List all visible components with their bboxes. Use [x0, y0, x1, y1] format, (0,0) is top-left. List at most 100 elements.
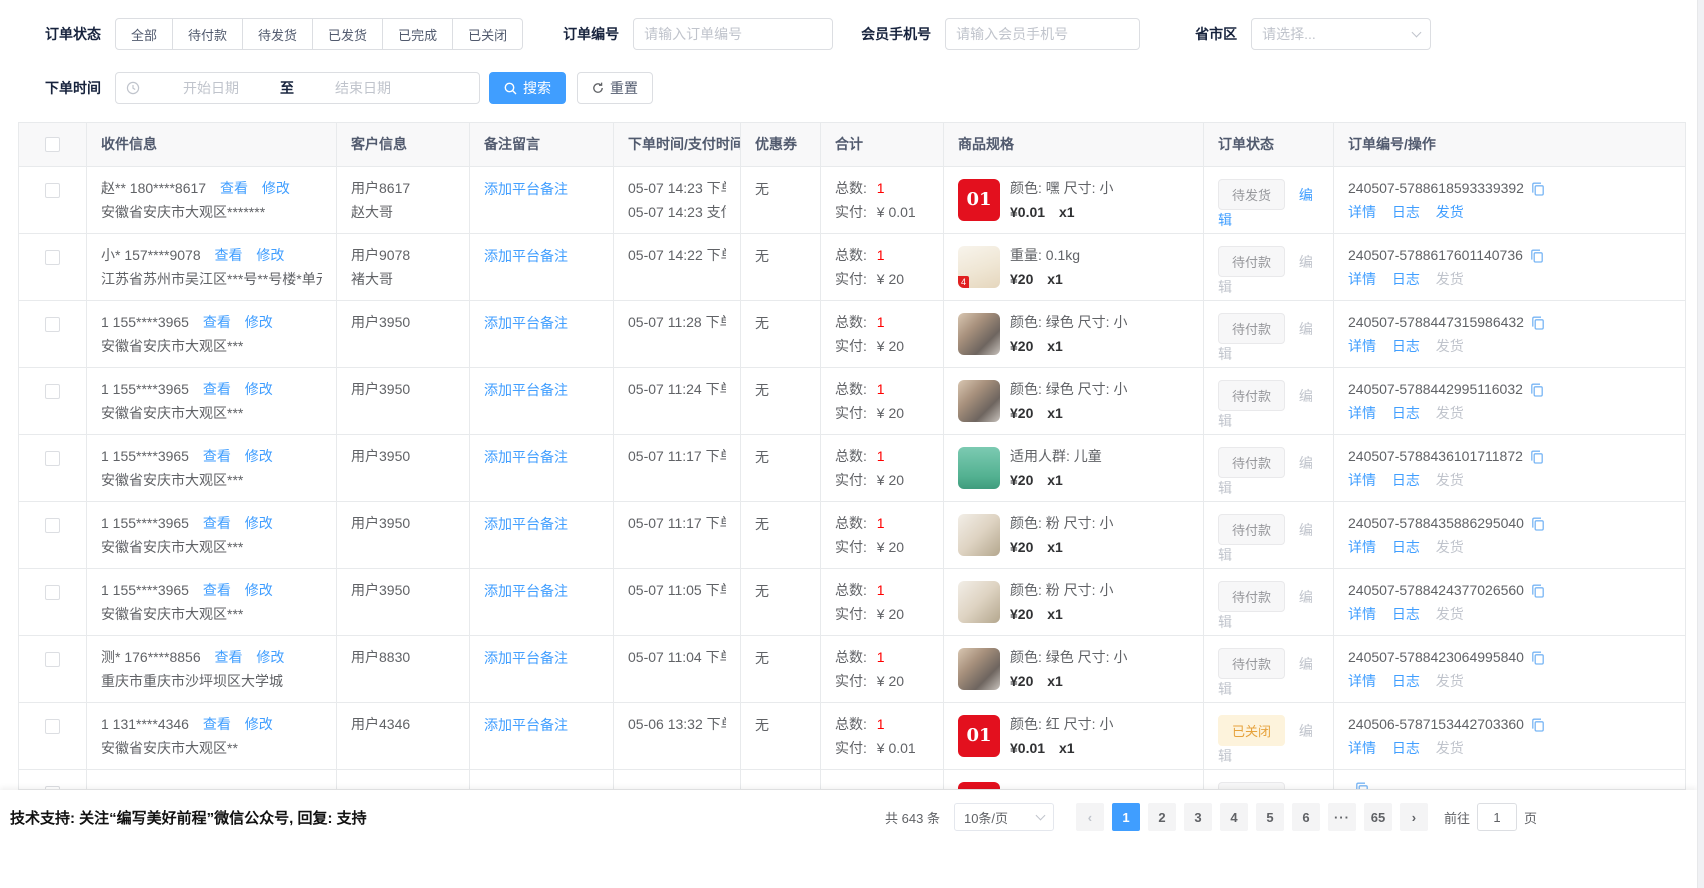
- detail-link[interactable]: 详情: [1348, 740, 1376, 756]
- modify-link[interactable]: 修改: [256, 649, 284, 665]
- detail-link[interactable]: 详情: [1348, 539, 1376, 555]
- status-filter-button[interactable]: 已关闭: [453, 18, 523, 50]
- add-remark-link[interactable]: 添加平台备注: [484, 382, 568, 398]
- copy-icon[interactable]: [1531, 182, 1545, 196]
- log-link[interactable]: 日志: [1392, 271, 1420, 287]
- detail-link[interactable]: 详情: [1348, 338, 1376, 354]
- ship-link[interactable]: 发货: [1436, 405, 1464, 421]
- reset-button[interactable]: 重置: [577, 72, 653, 104]
- copy-icon[interactable]: [1531, 718, 1545, 732]
- view-link[interactable]: 查看: [203, 381, 231, 397]
- view-link[interactable]: 查看: [203, 314, 231, 330]
- status-filter-button[interactable]: 全部: [115, 18, 173, 50]
- status-filter-button[interactable]: 已发货: [313, 18, 383, 50]
- add-remark-link[interactable]: 添加平台备注: [484, 248, 568, 264]
- pager-next-button[interactable]: ›: [1400, 803, 1428, 831]
- log-link[interactable]: 日志: [1392, 673, 1420, 689]
- row-checkbox[interactable]: [45, 250, 60, 265]
- page-scrollbar[interactable]: [1697, 0, 1704, 888]
- ship-link[interactable]: 发货: [1436, 740, 1464, 756]
- ship-link[interactable]: 发货: [1436, 606, 1464, 622]
- ship-link[interactable]: 发货: [1436, 338, 1464, 354]
- detail-link[interactable]: 详情: [1348, 405, 1376, 421]
- add-remark-link[interactable]: 添加平台备注: [484, 583, 568, 599]
- row-checkbox[interactable]: [45, 451, 60, 466]
- row-checkbox[interactable]: [45, 384, 60, 399]
- select-all-checkbox[interactable]: [45, 137, 60, 152]
- status-filter-button[interactable]: 待付款: [173, 18, 243, 50]
- pager-page-1[interactable]: 1: [1112, 803, 1140, 831]
- log-link[interactable]: 日志: [1392, 740, 1420, 756]
- row-checkbox[interactable]: [45, 719, 60, 734]
- add-remark-link[interactable]: 添加平台备注: [484, 516, 568, 532]
- end-date-input[interactable]: [298, 80, 428, 96]
- pager-page-3[interactable]: 3: [1184, 803, 1212, 831]
- modify-link[interactable]: 修改: [245, 448, 273, 464]
- ship-link[interactable]: 发货: [1436, 673, 1464, 689]
- view-link[interactable]: 查看: [215, 649, 243, 665]
- detail-link[interactable]: 详情: [1348, 472, 1376, 488]
- copy-icon[interactable]: [1355, 782, 1369, 790]
- modify-link[interactable]: 修改: [256, 247, 284, 263]
- log-link[interactable]: 日志: [1392, 539, 1420, 555]
- detail-link[interactable]: 详情: [1348, 271, 1376, 287]
- pager-page-2[interactable]: 2: [1148, 803, 1176, 831]
- copy-icon[interactable]: [1531, 517, 1545, 531]
- modify-link[interactable]: 修改: [245, 381, 273, 397]
- modify-link[interactable]: 修改: [245, 716, 273, 732]
- modify-link[interactable]: 修改: [245, 582, 273, 598]
- ship-link[interactable]: 发货: [1436, 472, 1464, 488]
- add-remark-link[interactable]: 添加平台备注: [484, 315, 568, 331]
- row-checkbox[interactable]: [45, 183, 60, 198]
- view-link[interactable]: 查看: [203, 582, 231, 598]
- row-checkbox[interactable]: [45, 585, 60, 600]
- modify-link[interactable]: 修改: [262, 180, 290, 196]
- ship-link[interactable]: 发货: [1436, 539, 1464, 555]
- add-remark-link[interactable]: 添加平台备注: [484, 650, 568, 666]
- copy-icon[interactable]: [1531, 316, 1545, 330]
- view-link[interactable]: 查看: [203, 515, 231, 531]
- row-checkbox[interactable]: [45, 652, 60, 667]
- status-filter-button[interactable]: 已完成: [383, 18, 453, 50]
- view-link[interactable]: 查看: [220, 180, 248, 196]
- detail-link[interactable]: 详情: [1348, 606, 1376, 622]
- pager-page-4[interactable]: 4: [1220, 803, 1248, 831]
- goto-page-input[interactable]: [1477, 803, 1517, 831]
- view-link[interactable]: 查看: [203, 716, 231, 732]
- member-phone-input[interactable]: [945, 18, 1140, 50]
- add-remark-link[interactable]: 添加平台备注: [484, 449, 568, 465]
- log-link[interactable]: 日志: [1392, 338, 1420, 354]
- date-range-picker[interactable]: 至: [115, 72, 480, 104]
- row-checkbox[interactable]: [45, 317, 60, 332]
- copy-icon[interactable]: [1530, 383, 1544, 397]
- pager-prev-button[interactable]: ‹: [1076, 803, 1104, 831]
- ship-link[interactable]: 发货: [1436, 204, 1464, 220]
- order-no-input[interactable]: [633, 18, 833, 50]
- log-link[interactable]: 日志: [1392, 472, 1420, 488]
- view-link[interactable]: 查看: [203, 448, 231, 464]
- status-filter-button[interactable]: 待发货: [243, 18, 313, 50]
- copy-icon[interactable]: [1531, 651, 1545, 665]
- pager-page-65[interactable]: 65: [1364, 803, 1392, 831]
- pager-more[interactable]: ···: [1328, 803, 1356, 831]
- log-link[interactable]: 日志: [1392, 606, 1420, 622]
- row-checkbox[interactable]: [45, 518, 60, 533]
- region-select[interactable]: 请选择...: [1251, 18, 1431, 50]
- detail-link[interactable]: 详情: [1348, 204, 1376, 220]
- search-button[interactable]: 搜索: [489, 72, 566, 104]
- pager-page-5[interactable]: 5: [1256, 803, 1284, 831]
- view-link[interactable]: 查看: [215, 247, 243, 263]
- page-size-select[interactable]: 10条/页: [954, 803, 1054, 831]
- detail-link[interactable]: 详情: [1348, 673, 1376, 689]
- start-date-input[interactable]: [146, 80, 276, 96]
- ship-link[interactable]: 发货: [1436, 271, 1464, 287]
- log-link[interactable]: 日志: [1392, 405, 1420, 421]
- add-remark-link[interactable]: 添加平台备注: [484, 717, 568, 733]
- modify-link[interactable]: 修改: [245, 314, 273, 330]
- copy-icon[interactable]: [1531, 584, 1545, 598]
- add-remark-link[interactable]: 添加平台备注: [484, 181, 568, 197]
- copy-icon[interactable]: [1530, 249, 1544, 263]
- modify-link[interactable]: 修改: [245, 515, 273, 531]
- pager-page-6[interactable]: 6: [1292, 803, 1320, 831]
- copy-icon[interactable]: [1530, 450, 1544, 464]
